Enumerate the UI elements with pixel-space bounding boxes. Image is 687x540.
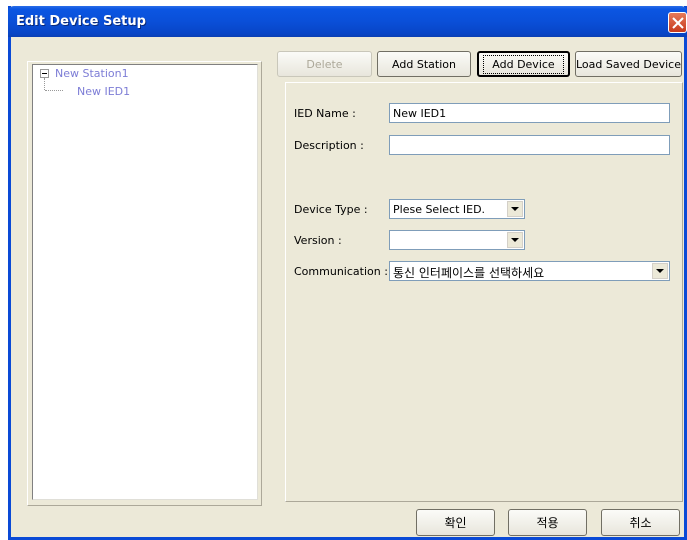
window-title: Edit Device Setup	[16, 14, 146, 29]
chevron-down-icon[interactable]	[507, 201, 523, 217]
version-select[interactable]	[389, 230, 525, 250]
version-label: Version :	[294, 234, 342, 247]
communication-label: Communication :	[294, 265, 388, 278]
description-input[interactable]	[389, 135, 670, 155]
load-saved-device-button[interactable]: Load Saved Device	[575, 51, 682, 77]
tree-item-device[interactable]: New IED1	[77, 85, 130, 98]
add-device-button[interactable]: Add Device	[477, 51, 570, 77]
chevron-down-icon[interactable]	[507, 232, 523, 248]
device-type-value: Plese Select IED.	[393, 203, 486, 216]
close-icon	[672, 17, 684, 29]
title-bar[interactable]: Edit Device Setup	[8, 6, 687, 37]
cancel-button[interactable]: 취소	[601, 509, 680, 536]
tree-connector	[45, 90, 63, 91]
device-tree[interactable]	[32, 64, 258, 500]
add-device-label: Add Device	[483, 54, 564, 74]
ok-button[interactable]: 확인	[416, 509, 495, 536]
add-station-button[interactable]: Add Station	[377, 51, 471, 77]
ied-name-input[interactable]: New IED1	[389, 103, 670, 123]
description-label: Description :	[294, 139, 364, 152]
ied-name-label: IED Name :	[294, 107, 356, 120]
close-button[interactable]	[668, 12, 687, 33]
communication-value: 통신 인터페이스를 선택하세요	[393, 266, 545, 280]
apply-button[interactable]: 적용	[508, 509, 587, 536]
tree-item-station[interactable]: New Station1	[55, 67, 129, 80]
collapse-icon[interactable]	[40, 69, 49, 78]
communication-select[interactable]: 통신 인터페이스를 선택하세요	[389, 261, 670, 281]
device-type-label: Device Type :	[294, 203, 368, 216]
device-type-select[interactable]: Plese Select IED.	[389, 199, 525, 219]
chevron-down-icon[interactable]	[652, 263, 668, 279]
delete-button[interactable]: Delete	[277, 51, 372, 77]
tree-connector	[44, 78, 45, 90]
